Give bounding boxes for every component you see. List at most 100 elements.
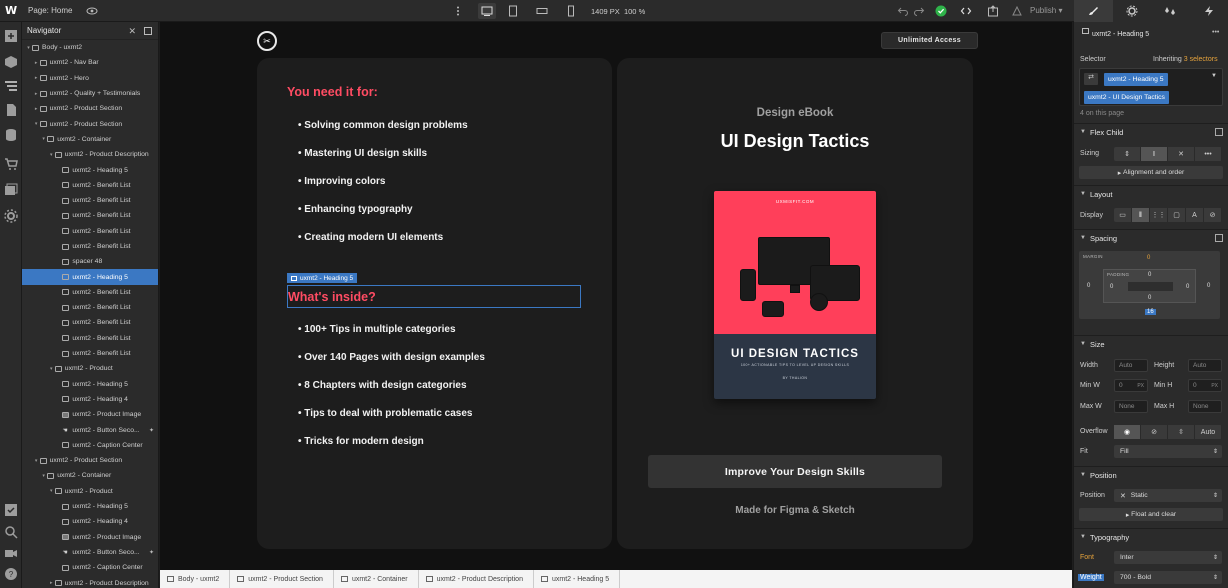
expand-toggle-icon[interactable]: ▾ bbox=[25, 45, 32, 51]
expand-toggle-icon[interactable]: ▸ bbox=[48, 580, 55, 586]
font-select[interactable]: Inter ⇕ bbox=[1114, 551, 1222, 564]
benefit-item[interactable]: • Creating modern UI elements bbox=[298, 232, 443, 243]
display-grid-icon[interactable]: ⋮⋮ bbox=[1150, 208, 1168, 222]
navigator-item-selected[interactable]: uxmt2 - Heading 5 bbox=[22, 269, 158, 285]
breadcrumb-item[interactable]: uxmt2 - Product Section bbox=[230, 570, 334, 588]
typography-section[interactable]: ▼ Typography bbox=[1074, 528, 1228, 545]
benefit-item[interactable]: • Enhancing typography bbox=[298, 204, 413, 215]
dock-panel-icon[interactable] bbox=[144, 27, 152, 35]
navigator-item[interactable]: uxmt2 - Heading 5 bbox=[22, 377, 158, 392]
redo-icon[interactable] bbox=[911, 3, 927, 19]
tab-interactions-bolt-icon[interactable] bbox=[1190, 0, 1228, 22]
video-tutorials-icon[interactable] bbox=[4, 546, 18, 560]
navigator-item[interactable]: uxmt2 - Benefit List bbox=[22, 315, 158, 330]
close-icon[interactable]: ✕ bbox=[128, 26, 136, 37]
navigator-item[interactable]: uxmt2 - Benefit List bbox=[22, 285, 158, 300]
navigator-item[interactable]: ▾ uxmt2 - Container bbox=[22, 468, 158, 483]
navigator-item[interactable]: ▾ uxmt2 - Product Section bbox=[22, 453, 158, 468]
ecommerce-cart-icon[interactable] bbox=[4, 157, 18, 171]
expand-toggle-icon[interactable]: ▸ bbox=[33, 106, 40, 112]
navigator-item[interactable]: ▸ uxmt2 - Product Section bbox=[22, 101, 158, 116]
code-icon[interactable] bbox=[958, 3, 974, 19]
benefit-item[interactable]: • Solving common design problems bbox=[298, 120, 468, 131]
unlimited-access-button[interactable]: Unlimited Access bbox=[881, 32, 978, 49]
display-inline-icon[interactable]: A bbox=[1186, 208, 1204, 222]
breadcrumb-item[interactable]: uxmt2 - Product Description bbox=[419, 570, 534, 588]
navigator-item[interactable]: ▾ uxmt2 - Container bbox=[22, 132, 158, 147]
navigator-item[interactable]: uxmt2 - Benefit List bbox=[22, 178, 158, 193]
min-width-input[interactable]: 0 PX bbox=[1114, 379, 1148, 392]
benefit-item[interactable]: • 100+ Tips in multiple categories bbox=[298, 324, 456, 335]
navigator-item[interactable]: ☚ uxmt2 - Button Seco... ✦ bbox=[22, 422, 158, 437]
max-height-input[interactable]: None bbox=[1188, 400, 1222, 413]
navigator-item[interactable]: ▸ uxmt2 - Nav Bar bbox=[22, 55, 158, 70]
navigator-item[interactable]: uxmt2 - Benefit List bbox=[22, 208, 158, 223]
position-section[interactable]: ▼ Position bbox=[1074, 466, 1228, 483]
navigator-item[interactable]: ▾ uxmt2 - Product bbox=[22, 361, 158, 376]
navigator-item[interactable]: uxmt2 - Benefit List bbox=[22, 300, 158, 315]
product-title[interactable]: UI Design Tactics bbox=[617, 131, 973, 152]
padding-bottom-value[interactable]: 0 bbox=[1148, 295, 1151, 301]
symbols-cube-icon[interactable] bbox=[4, 55, 18, 69]
need-heading[interactable]: You need it for: bbox=[287, 85, 378, 99]
navigator-item[interactable]: uxmt2 - Benefit List bbox=[22, 239, 158, 254]
weight-select[interactable]: 700 - Bold ⇕ bbox=[1114, 571, 1222, 584]
padding-top-value[interactable]: 0 bbox=[1148, 272, 1151, 278]
expand-toggle-icon[interactable]: ▾ bbox=[40, 136, 47, 142]
navigator-item[interactable]: uxmt2 - Benefit List bbox=[22, 331, 158, 346]
navigator-item[interactable]: uxmt2 - Heading 5 bbox=[22, 162, 158, 177]
overflow-scroll-icon[interactable]: ⇳ bbox=[1168, 425, 1195, 439]
tab-style-brush-icon[interactable] bbox=[1074, 0, 1113, 22]
expand-toggle-icon[interactable]: ▾ bbox=[48, 366, 55, 372]
navigator-item[interactable]: ▾ Body - uxmt2 bbox=[22, 40, 158, 55]
improve-skills-button[interactable]: Improve Your Design Skills bbox=[648, 455, 942, 488]
overflow-visible-eye-icon[interactable]: ◉ bbox=[1114, 425, 1141, 439]
display-flex-icon[interactable]: ‖ bbox=[1132, 208, 1150, 222]
preview-eye-icon[interactable] bbox=[86, 5, 98, 17]
navigator-item[interactable]: ▸ uxmt2 - Quality + Testimonials bbox=[22, 86, 158, 101]
benefit-item[interactable]: • Improving colors bbox=[298, 176, 385, 187]
navigator-item[interactable]: uxmt2 - Heading 4 bbox=[22, 514, 158, 529]
sizing-more-icon[interactable]: ••• bbox=[1195, 147, 1222, 161]
benefit-item[interactable]: • Mastering UI design skills bbox=[298, 148, 427, 159]
breadcrumb-item[interactable]: uxmt2 - Container bbox=[334, 570, 419, 588]
float-clear-button[interactable]: ▸ Float and clear bbox=[1079, 508, 1223, 521]
breadcrumb-item[interactable]: Body - uxmt2 bbox=[160, 570, 231, 588]
benefit-item[interactable]: • Tricks for modern design bbox=[298, 436, 424, 447]
flex-child-section[interactable]: ▼ Flex Child bbox=[1074, 123, 1228, 140]
page-selector[interactable]: Page: Home bbox=[28, 6, 72, 15]
expand-toggle-icon[interactable]: ▾ bbox=[48, 152, 55, 158]
navigator-item[interactable]: uxmt2 - Benefit List bbox=[22, 346, 158, 361]
layout-section[interactable]: ▼ Layout bbox=[1074, 185, 1228, 202]
inheriting-info[interactable]: Inheriting 3 selectors bbox=[1153, 56, 1218, 63]
product-eyebrow[interactable]: Design eBook bbox=[617, 107, 973, 119]
expand-toggle-icon[interactable]: ▸ bbox=[33, 75, 40, 81]
expand-toggle-icon[interactable]: ▾ bbox=[33, 458, 40, 464]
navigator-item[interactable]: uxmt2 - Benefit List bbox=[22, 193, 158, 208]
fit-select[interactable]: Fill ⇕ bbox=[1114, 445, 1222, 458]
design-canvas[interactable]: ✂ Unlimited Access You need it for: • So… bbox=[160, 22, 1072, 570]
selector-state-icon[interactable]: ⇄ bbox=[1084, 73, 1098, 85]
tablet-viewport-icon[interactable] bbox=[505, 3, 521, 19]
mobile-portrait-icon[interactable] bbox=[563, 3, 579, 19]
alignment-order-button[interactable]: ▸ Alignment and order bbox=[1079, 166, 1223, 179]
chevron-down-icon[interactable]: ▼ bbox=[1211, 73, 1217, 79]
expand-toggle-icon[interactable]: ▾ bbox=[40, 473, 47, 479]
margin-top-value[interactable]: 0 bbox=[1147, 255, 1150, 261]
size-section[interactable]: ▼ Size bbox=[1074, 335, 1228, 352]
navigator-item[interactable]: uxmt2 - Benefit List bbox=[22, 224, 158, 239]
selector-chip[interactable]: uxmt2 - Heading 5 bbox=[1104, 73, 1168, 86]
navigator-item[interactable]: uxmt2 - Product Image bbox=[22, 530, 158, 545]
tab-settings-gear-icon[interactable] bbox=[1113, 0, 1152, 22]
position-select[interactable]: ✕ Static ⇕ bbox=[1114, 489, 1222, 502]
benefit-item[interactable]: • Tips to deal with problematic cases bbox=[298, 408, 472, 419]
help-icon[interactable]: ? bbox=[4, 567, 18, 581]
sizing-shrink-icon[interactable]: ⇕ bbox=[1114, 147, 1141, 161]
margin-right-value[interactable]: 0 bbox=[1207, 283, 1210, 289]
display-block-icon[interactable]: ▭ bbox=[1114, 208, 1132, 222]
desktop-viewport-icon[interactable] bbox=[478, 3, 496, 19]
navigator-item[interactable]: uxmt2 - Product Image bbox=[22, 407, 158, 422]
project-settings-gear-icon[interactable] bbox=[4, 209, 18, 223]
navigator-item[interactable]: ▾ uxmt2 - Product bbox=[22, 484, 158, 499]
add-elements-icon[interactable] bbox=[4, 29, 18, 43]
